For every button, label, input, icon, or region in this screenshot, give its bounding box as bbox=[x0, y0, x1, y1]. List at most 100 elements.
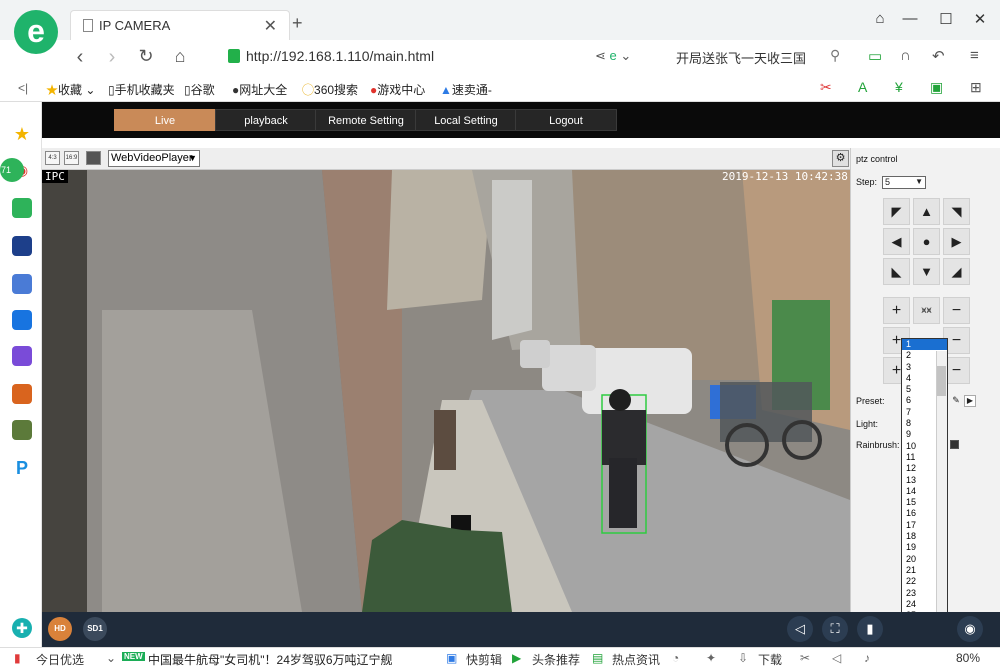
sd-stream-button[interactable]: SD1 bbox=[83, 617, 107, 641]
browser-mode-icon[interactable]: e bbox=[610, 48, 617, 63]
hd-stream-button[interactable]: HD bbox=[48, 617, 72, 641]
microphone-icon[interactable]: ▮ bbox=[857, 616, 883, 642]
zoom-out-button[interactable]: − bbox=[943, 297, 970, 324]
aspect-4-3-button[interactable]: 4:3 bbox=[45, 151, 60, 165]
translate-icon[interactable]: A bbox=[858, 79, 867, 95]
status-item-recommend[interactable]: 头条推荐 bbox=[532, 651, 580, 668]
zoom-level[interactable]: 80% bbox=[956, 651, 980, 665]
battery-icon[interactable]: ▭ bbox=[868, 47, 882, 65]
chevron-down-icon[interactable]: ⌄ bbox=[106, 651, 116, 665]
sidebar-mail-icon[interactable] bbox=[12, 198, 32, 218]
refresh-icon[interactable]: ↻ bbox=[134, 46, 158, 67]
fullscreen-icon[interactable] bbox=[86, 151, 101, 165]
ptz-up-left-button[interactable]: ◤ bbox=[883, 198, 910, 225]
bookmark-google[interactable]: ▯谷歌 bbox=[184, 81, 215, 98]
home-icon[interactable]: ⌂ bbox=[168, 46, 192, 67]
search-promo-text[interactable]: 开局送张飞一天收三国 bbox=[676, 48, 806, 67]
sidebar-toggle-icon[interactable]: <| bbox=[18, 81, 28, 95]
zoom-in-button[interactable]: + bbox=[883, 297, 910, 324]
undo-icon[interactable]: ↶ bbox=[932, 47, 945, 65]
maximize-icon[interactable]: ☐ bbox=[936, 10, 956, 28]
browser-logo-icon[interactable]: e bbox=[14, 10, 58, 54]
snapshot-frame-icon[interactable]: ⛶ bbox=[822, 616, 848, 642]
notification-badge[interactable]: 71 bbox=[0, 158, 24, 182]
status-item-clip[interactable]: 快剪辑 bbox=[466, 651, 502, 668]
status-item-download[interactable]: 下载 bbox=[758, 651, 782, 668]
player-select[interactable]: WebVideoPlayer ▼ bbox=[108, 150, 200, 167]
sound-icon[interactable]: ♪ bbox=[864, 651, 870, 665]
pin-icon[interactable]: ✦ bbox=[706, 651, 716, 665]
nav-remote-setting[interactable]: Remote Setting bbox=[315, 109, 417, 131]
video-frame bbox=[42, 170, 850, 612]
forward-icon[interactable]: › bbox=[100, 46, 124, 69]
bookmark-hao[interactable]: ●网址大全 bbox=[232, 81, 287, 98]
person-settings-icon[interactable]: ⚙ bbox=[832, 150, 849, 167]
close-tab-icon[interactable]: ✕ bbox=[264, 16, 277, 36]
capture-icon[interactable]: ✂ bbox=[800, 651, 810, 665]
back-icon[interactable]: ‹ bbox=[68, 46, 92, 69]
headset-icon[interactable]: ∩ bbox=[900, 47, 911, 64]
ptz-right-button[interactable]: ▶ bbox=[943, 228, 970, 255]
ptz-left-button[interactable]: ◀ bbox=[883, 228, 910, 255]
menu-icon[interactable]: ≡ bbox=[970, 47, 979, 64]
status-item-hot[interactable]: 热点资讯 bbox=[612, 651, 660, 668]
nav-logout[interactable]: Logout bbox=[515, 109, 617, 131]
scissors-icon[interactable]: ✂ bbox=[820, 79, 832, 96]
url-text[interactable]: http://192.168.1.110/main.html bbox=[246, 48, 434, 64]
browser-tab[interactable]: IP CAMERA ✕ bbox=[70, 10, 290, 40]
shirt-skin-icon[interactable]: ⌂ bbox=[870, 10, 890, 27]
sidebar-news-icon[interactable] bbox=[12, 236, 32, 256]
sidebar-favorites-icon[interactable]: ★ bbox=[12, 124, 32, 144]
ptz-down-right-button[interactable]: ◢ bbox=[943, 258, 970, 285]
sidebar-doc-icon[interactable] bbox=[12, 274, 32, 294]
close-window-icon[interactable]: ✕ bbox=[970, 10, 990, 28]
edit-preset-icon[interactable]: ✎ bbox=[950, 395, 962, 407]
sidebar-add-icon[interactable]: ✚ bbox=[12, 618, 32, 638]
ptz-down-button[interactable]: ▼ bbox=[913, 258, 940, 285]
nav-playback[interactable]: playback bbox=[215, 109, 317, 131]
play-icon: ▶ bbox=[512, 651, 522, 665]
sidebar-game3-icon[interactable] bbox=[12, 420, 32, 440]
ptz-home-button[interactable]: ● bbox=[913, 228, 940, 255]
camera-capture-icon[interactable]: ◉ bbox=[957, 616, 983, 642]
live-video-feed[interactable] bbox=[42, 170, 850, 612]
money-icon[interactable]: ¥ bbox=[895, 79, 903, 95]
sidebar-chat-icon[interactable] bbox=[12, 310, 32, 330]
ptz-up-button[interactable]: ▲ bbox=[913, 198, 940, 225]
mute-icon[interactable]: ◁ bbox=[787, 616, 813, 642]
phone-icon: ▯ bbox=[108, 83, 115, 97]
preset-option[interactable]: 1 bbox=[902, 339, 947, 351]
new-tab-icon[interactable]: + bbox=[292, 13, 303, 34]
today-picks-link[interactable]: 今日优选 bbox=[36, 651, 84, 668]
secure-shield-icon[interactable] bbox=[228, 49, 240, 63]
bookmark-favorites[interactable]: ★收藏 ⌄ bbox=[46, 81, 95, 98]
rainbrush-checkbox[interactable] bbox=[950, 440, 959, 449]
speed-icon[interactable]: ◔ bbox=[672, 651, 679, 665]
bookmark-mobile[interactable]: ▯手机收藏夹 bbox=[108, 81, 175, 98]
bookmark-360search[interactable]: ◯360搜索 bbox=[302, 81, 358, 98]
preset-scrollbar-thumb[interactable] bbox=[937, 366, 946, 396]
volume-icon[interactable]: ◁ bbox=[832, 651, 841, 665]
ptz-down-left-button[interactable]: ◣ bbox=[883, 258, 910, 285]
chevron-down-icon: ▼ bbox=[915, 177, 923, 186]
aspect-16-9-button[interactable]: 16:9 bbox=[64, 151, 79, 165]
sidebar-game2-icon[interactable] bbox=[12, 384, 32, 404]
call-preset-icon[interactable]: ▶ bbox=[964, 395, 976, 407]
nav-local-setting[interactable]: Local Setting bbox=[415, 109, 517, 131]
sidebar-p-icon[interactable]: P bbox=[12, 458, 32, 478]
minimize-icon[interactable]: — bbox=[900, 10, 920, 27]
apps-grid-icon[interactable]: ⊞ bbox=[970, 79, 982, 96]
gamepad-icon[interactable]: ▣ bbox=[930, 79, 943, 96]
share-icon[interactable]: ⋖ e ⌄ bbox=[595, 48, 631, 64]
camera-label: IPC bbox=[42, 170, 68, 183]
news-headline-link[interactable]: 中国最牛航母"女司机"！24岁驾驭6万吨辽宁舰 bbox=[148, 651, 393, 668]
search-icon[interactable]: ⚲ bbox=[830, 47, 840, 64]
bookmark-games[interactable]: ●游戏中心 bbox=[370, 81, 425, 98]
page-icon: ▯ bbox=[184, 83, 191, 97]
video-timestamp: 2019-12-13 10:42:38 bbox=[722, 170, 848, 183]
sidebar-game1-icon[interactable] bbox=[12, 346, 32, 366]
step-select[interactable]: 5 ▼ bbox=[882, 176, 926, 189]
nav-live[interactable]: Live bbox=[114, 109, 216, 131]
bookmark-aliexpress[interactable]: ▲速卖通- bbox=[440, 81, 492, 98]
ptz-up-right-button[interactable]: ◥ bbox=[943, 198, 970, 225]
